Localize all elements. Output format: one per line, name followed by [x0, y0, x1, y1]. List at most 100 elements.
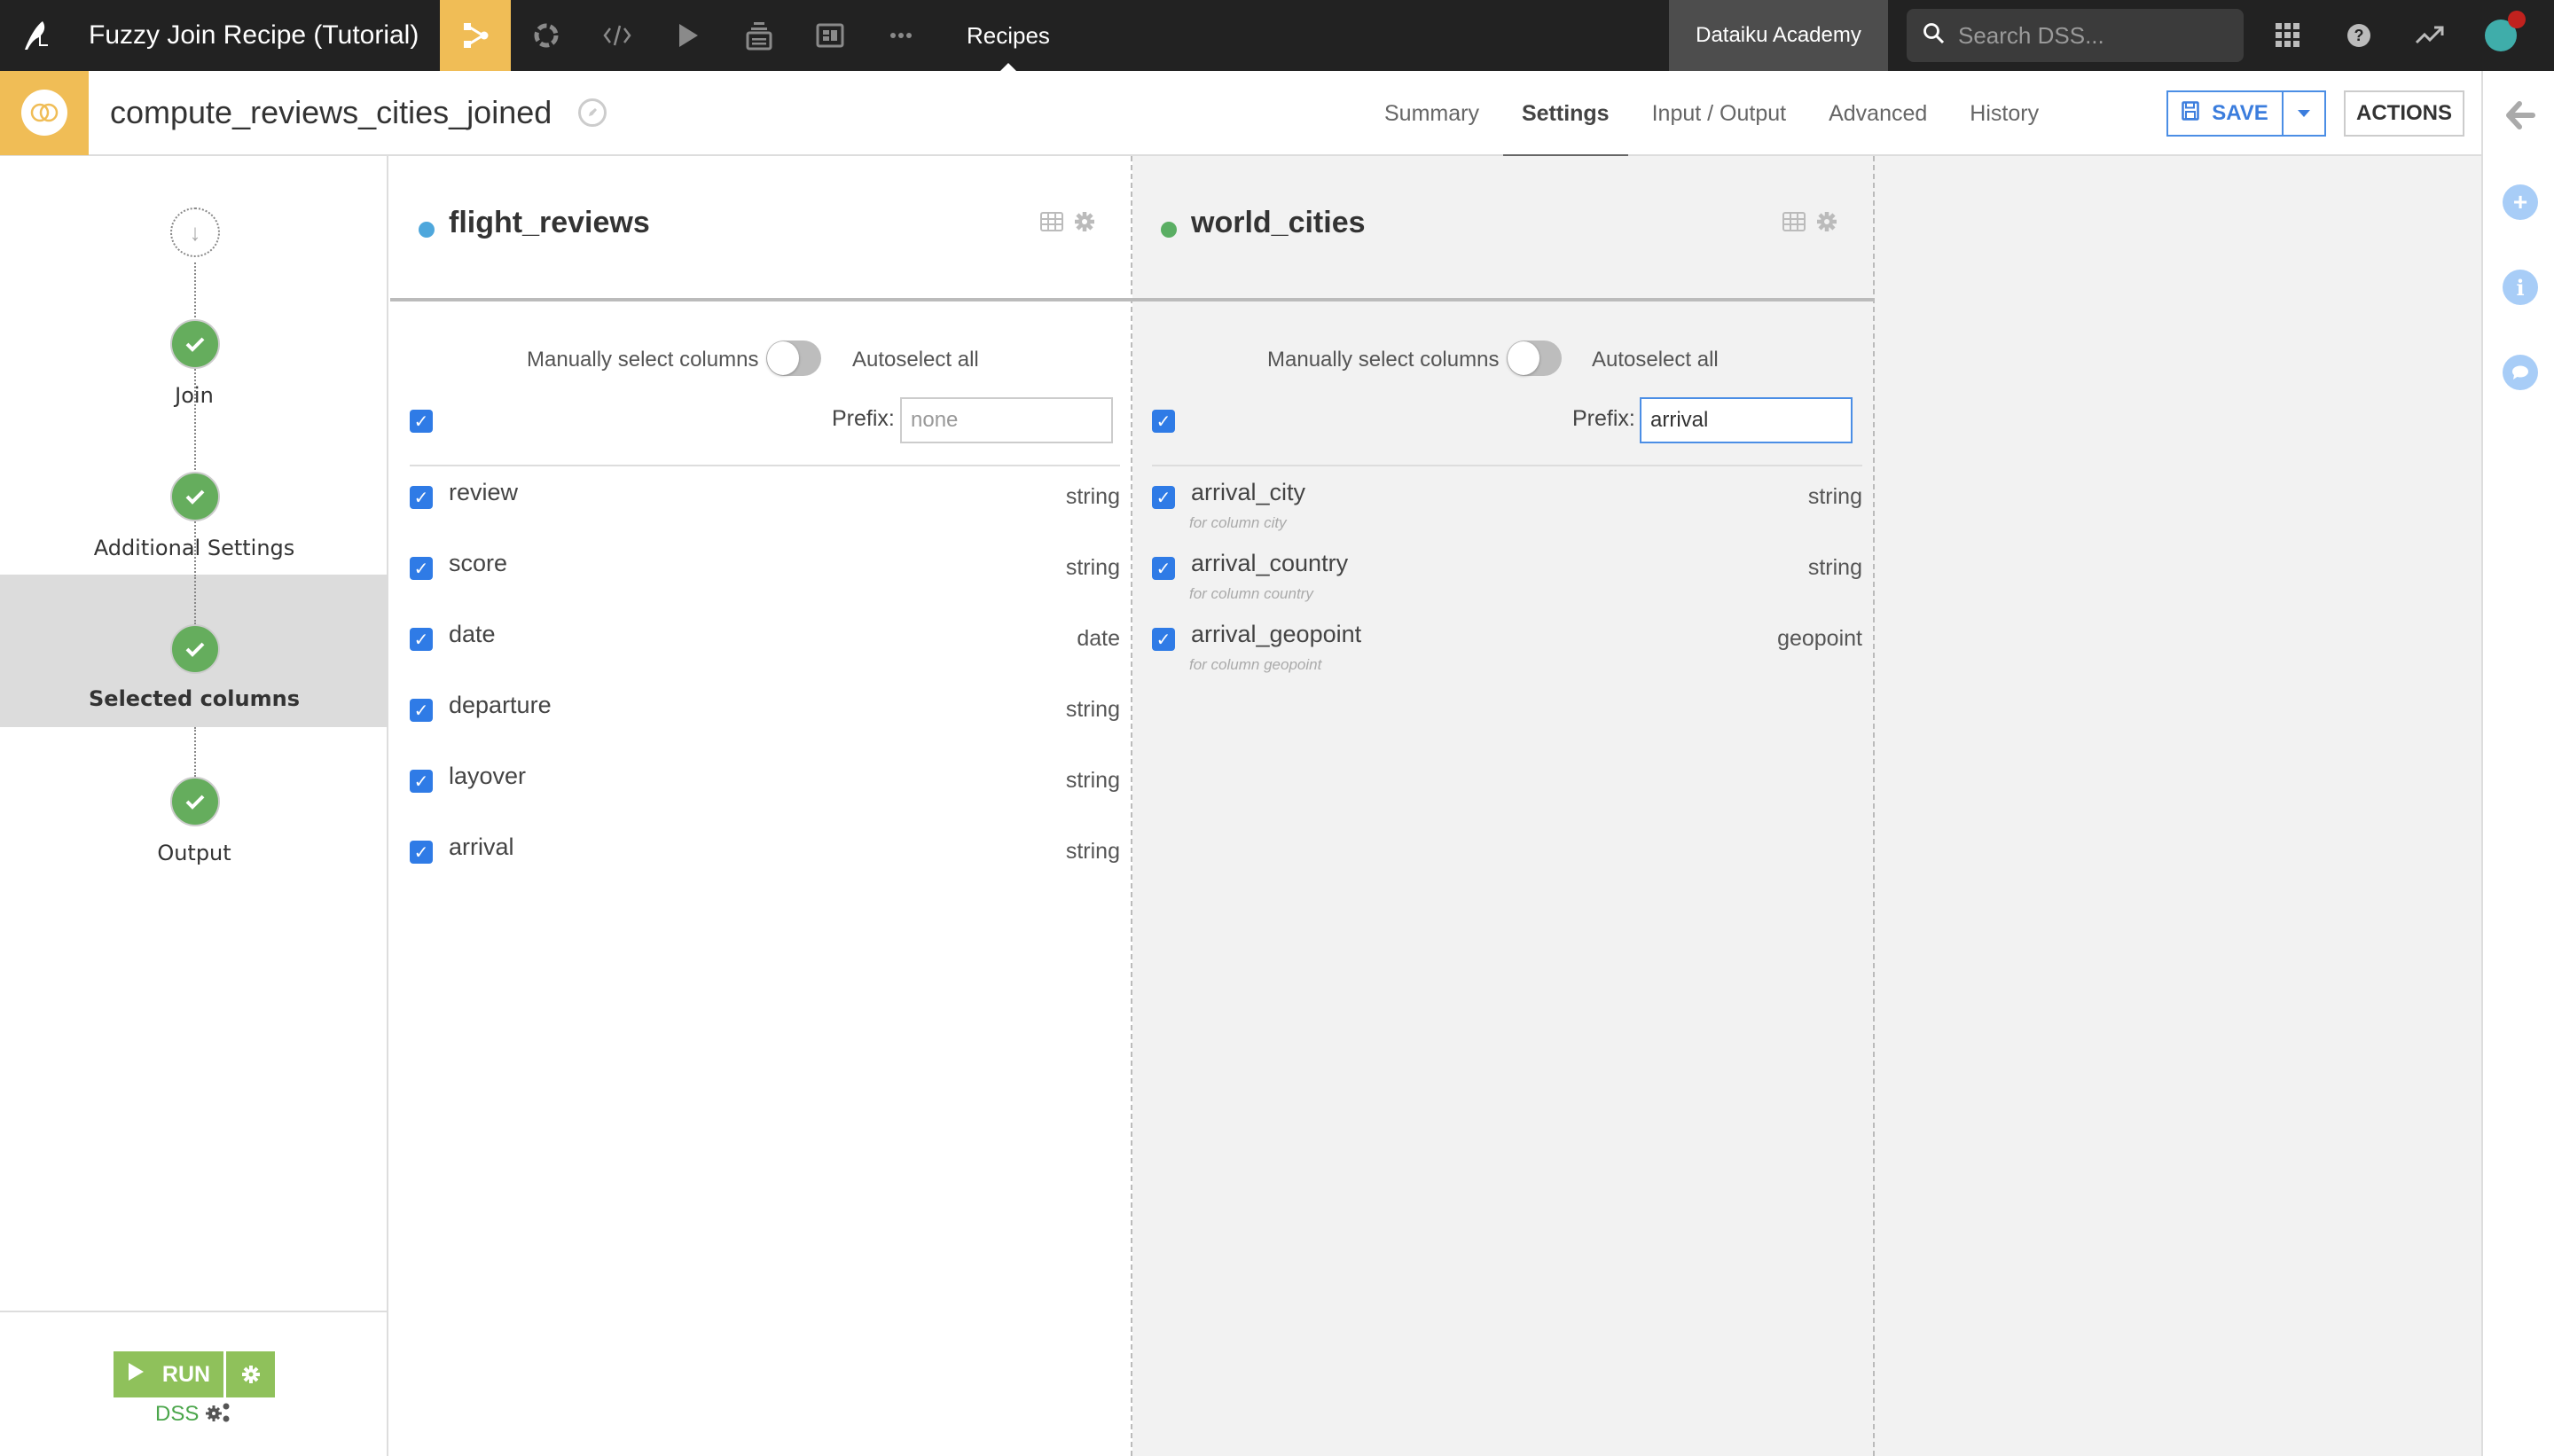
column-name: date — [449, 621, 496, 647]
column-row: ✓ arrival_geopoint geopoint for column g… — [1132, 617, 1873, 688]
autoselect-label: Autoselect all — [852, 348, 979, 372]
column-checkbox[interactable]: ✓ — [1152, 486, 1175, 509]
column-source-note: for column geopoint — [1189, 656, 1322, 673]
user-avatar[interactable] — [2465, 0, 2536, 71]
collapse-arrow-left-icon[interactable] — [2503, 98, 2538, 133]
column-checkbox[interactable]: ✓ — [410, 557, 433, 580]
divider — [410, 465, 1120, 466]
column-checkbox[interactable]: ✓ — [410, 841, 433, 864]
more-icon[interactable] — [866, 0, 936, 71]
svg-text:?: ? — [2354, 27, 2364, 44]
column-name: arrival_geopoint — [1191, 621, 1362, 647]
recipe-tabs: Summary Settings Input / Output Advanced… — [1366, 71, 2063, 158]
dataset-name: world_cities — [1191, 206, 1366, 239]
dataset-settings-gear-icon[interactable] — [1816, 211, 1837, 237]
sidebar-step-output[interactable]: Output — [0, 773, 388, 924]
tab-settings[interactable]: Settings — [1502, 71, 1628, 158]
sidebar-step-join[interactable]: Join — [0, 316, 388, 466]
column-row: ✓ departure string — [390, 688, 1131, 759]
dataset-panel-flight-reviews: flight_reviews Manually select columns A… — [390, 156, 1132, 1456]
save-button[interactable]: SAVE — [2168, 92, 2284, 135]
column-type: string — [1065, 484, 1120, 509]
select-all-checkbox[interactable]: ✓ — [410, 410, 433, 433]
dataiku-logo-icon[interactable] — [0, 0, 71, 71]
divider — [1152, 465, 1862, 466]
info-icon[interactable]: i — [2503, 270, 2538, 305]
code-icon[interactable] — [582, 0, 653, 71]
select-all-checkbox[interactable]: ✓ — [1152, 410, 1175, 433]
step-label: Join — [175, 383, 214, 408]
dataset-panel-world-cities: world_cities Manually select columns Aut… — [1132, 156, 1875, 1456]
prefix-input[interactable] — [900, 397, 1113, 443]
flow-icon[interactable] — [440, 0, 511, 71]
prefix-label: Prefix: — [1572, 406, 1635, 431]
column-row: ✓ arrival_country string for column coun… — [1132, 546, 1873, 617]
instance-name[interactable]: Dataiku Academy — [1669, 0, 1888, 71]
column-checkbox[interactable]: ✓ — [410, 770, 433, 793]
search-icon — [1923, 22, 1946, 50]
tab-history[interactable]: History — [1951, 71, 2057, 156]
sidebar-step-selected-columns[interactable]: Selected columns — [0, 575, 388, 727]
column-selection-mode: Manually select columns Autoselect all — [390, 341, 1131, 380]
add-icon[interactable]: + — [2503, 184, 2538, 220]
column-name: arrival — [449, 834, 514, 860]
table-view-icon[interactable] — [1040, 212, 1063, 236]
column-checkbox[interactable]: ✓ — [1152, 557, 1175, 580]
datasets-icon[interactable] — [724, 0, 795, 71]
prefix-input[interactable] — [1640, 397, 1853, 443]
check-icon — [170, 472, 220, 521]
nav-recipes-link[interactable]: Recipes — [942, 0, 1075, 71]
column-checkbox[interactable]: ✓ — [410, 699, 433, 722]
edit-description-icon[interactable] — [578, 98, 607, 127]
panel-header: flight_reviews — [390, 156, 1131, 301]
column-type: date — [1077, 626, 1120, 651]
tab-input-output[interactable]: Input / Output — [1633, 71, 1806, 156]
column-checkbox[interactable]: ✓ — [410, 628, 433, 651]
apps-grid-icon[interactable] — [2252, 0, 2323, 71]
dataset-color-dot — [1161, 222, 1177, 238]
autoselect-label: Autoselect all — [1592, 348, 1719, 372]
column-type: string — [1807, 555, 1862, 580]
dataset-name: flight_reviews — [449, 206, 650, 239]
column-type: string — [1065, 839, 1120, 864]
recipe-steps-sidebar: ↓ Join Additional Settings Selected colu… — [0, 156, 388, 1456]
table-view-icon[interactable] — [1782, 212, 1806, 236]
column-type: string — [1065, 768, 1120, 793]
recipe-name[interactable]: compute_reviews_cities_joined — [110, 94, 552, 131]
autoselect-toggle[interactable] — [766, 341, 821, 376]
jobs-icon[interactable] — [511, 0, 582, 71]
discussion-icon[interactable] — [2503, 355, 2538, 390]
manual-select-label: Manually select columns — [1267, 348, 1500, 372]
save-button-group: SAVE — [2166, 90, 2326, 137]
recipe-header: compute_reviews_cities_joined Summary Se… — [0, 70, 2483, 158]
play-icon — [127, 1362, 145, 1388]
fuzzy-join-recipe-icon — [0, 70, 89, 155]
column-checkbox[interactable]: ✓ — [410, 486, 433, 509]
save-label: SAVE — [2212, 101, 2268, 125]
actions-button[interactable]: ACTIONS — [2344, 90, 2464, 137]
run-label: RUN — [161, 1361, 211, 1387]
execution-engine[interactable]: DSS — [0, 1401, 387, 1427]
step-label: Additional Settings — [93, 536, 295, 560]
tab-advanced[interactable]: Advanced — [1810, 71, 1946, 156]
autoselect-toggle[interactable] — [1507, 341, 1562, 376]
save-options-dropdown[interactable] — [2284, 92, 2324, 135]
run-icon[interactable] — [653, 0, 724, 71]
search-box[interactable] — [1907, 9, 2244, 62]
step-connector — [194, 727, 196, 777]
help-icon[interactable]: ? — [2323, 0, 2394, 71]
run-button[interactable]: RUN — [114, 1351, 223, 1397]
column-row: ✓ arrival_city string for column city — [1132, 475, 1873, 546]
dashboard-icon[interactable] — [795, 0, 866, 71]
check-icon — [170, 624, 220, 674]
column-checkbox[interactable]: ✓ — [1152, 628, 1175, 651]
manual-select-label: Manually select columns — [527, 348, 759, 372]
tab-summary[interactable]: Summary — [1366, 71, 1498, 156]
activity-trend-icon[interactable] — [2394, 0, 2465, 71]
step-start-arrow-down-icon: ↓ — [170, 207, 220, 257]
column-selection-mode: Manually select columns Autoselect all — [1132, 341, 1873, 380]
project-title[interactable]: Fuzzy Join Recipe (Tutorial) — [71, 20, 440, 51]
run-settings-gear-icon[interactable] — [226, 1351, 275, 1397]
search-input[interactable] — [1958, 21, 2224, 50]
dataset-settings-gear-icon[interactable] — [1074, 211, 1095, 237]
